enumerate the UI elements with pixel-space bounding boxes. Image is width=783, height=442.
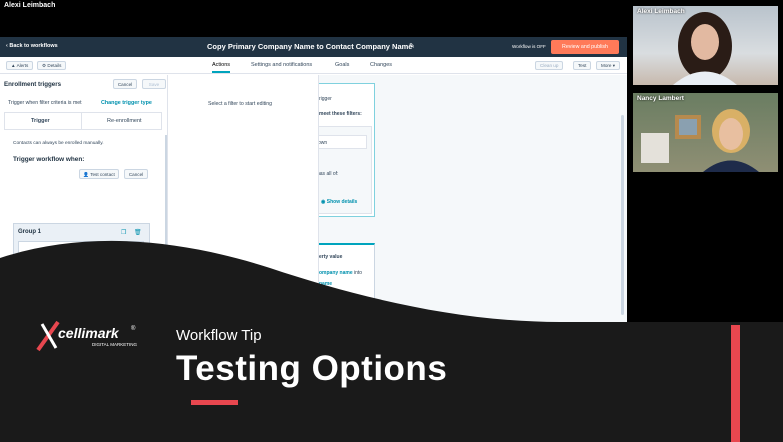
test-contact-button[interactable]: 👤 Test contact (79, 169, 119, 179)
more-button[interactable]: More ▾ (596, 61, 621, 70)
node-text: ompany name (319, 270, 353, 276)
node-text: has all of: (317, 171, 339, 177)
enrollment-panel: Enrollment triggers Cancel Save Trigger … (0, 75, 168, 325)
cleanup-label: Clean up (540, 63, 559, 68)
bell-icon: ▲ (11, 63, 16, 68)
workflow-status: Workflow is OFF (512, 44, 546, 49)
pencil-icon[interactable]: ✎ (409, 42, 415, 50)
person-silhouette (673, 12, 737, 85)
person-silhouette (641, 109, 759, 172)
criteria-text: Trigger when filter criteria is met (8, 100, 82, 106)
tab-reenrollment[interactable]: Re-enrollment (107, 118, 142, 124)
divider (81, 113, 82, 130)
svg-text:®: ® (131, 325, 136, 332)
cancel-button[interactable]: Cancel (113, 79, 137, 89)
trash-icon[interactable]: 🗑 (133, 243, 139, 249)
and-label: AND (22, 273, 33, 279)
manual-text: Contacts can always be enrolled manually… (13, 141, 104, 146)
back-label: Back to workflows (9, 43, 58, 49)
workflow-title[interactable]: Copy Primary Company Name to Contact Com… (207, 42, 412, 51)
node-text: own (318, 140, 328, 146)
cleanup-button[interactable]: Clean up (535, 61, 564, 70)
tab-trigger[interactable]: Trigger (31, 118, 50, 124)
node-filter-box: own has all of: ◉ Show details (312, 126, 372, 214)
filter-group: Group 1 ❐ 🗑 🗑 Company name is unknown 🗑 … (13, 223, 150, 303)
filter-panel: Select a filter to start editing (169, 75, 319, 325)
review-publish-button[interactable]: Review and publish (551, 40, 619, 54)
chevron-down-icon: ▾ (612, 63, 616, 68)
trigger-toggle: Trigger Re-enrollment (4, 112, 162, 130)
show-details-label: Show details (326, 199, 358, 205)
change-trigger-link[interactable]: Change trigger type (101, 100, 152, 106)
presenter-name: Alexi Leimbach (4, 2, 56, 9)
panel-title: Enrollment triggers (4, 81, 62, 88)
trash-icon[interactable]: 🗑 (133, 270, 139, 276)
alerts-label: Alerts (16, 63, 29, 68)
group-label: Group 1 (18, 229, 42, 235)
webcam-name: Nancy Lambert (637, 95, 684, 102)
accent-bar (731, 325, 740, 442)
banner-headline: Testing Options (176, 349, 448, 388)
tab-actions[interactable]: Actions (212, 62, 231, 73)
shared-screen: ‹ Back to workflows Copy Primary Company… (0, 37, 627, 325)
gear-icon: ⚙ (42, 63, 47, 68)
filter-card[interactable]: 🗑 AND (18, 268, 144, 288)
filter-property: Company name (22, 253, 60, 259)
details-label: Details (47, 63, 62, 68)
webcam-alexi: Alexi Leimbach (633, 6, 778, 85)
filter-operator: is unknown (60, 253, 86, 259)
node-text: name (319, 281, 333, 287)
xcellimark-logo: cellimark ® DIGITAL MARKETING (36, 320, 138, 352)
accent-underline (191, 400, 238, 405)
svg-text:DIGITAL MARKETING: DIGITAL MARKETING (92, 342, 138, 347)
trigger-when-label: Trigger workflow when: (13, 156, 85, 163)
tab-changes[interactable]: Changes (370, 62, 392, 68)
details-button[interactable]: ⚙ Details (37, 61, 67, 70)
filter-card[interactable]: 🗑 Company name is unknown (18, 241, 144, 264)
banner-tip: Workflow Tip (176, 327, 262, 344)
workflow-header: ‹ Back to workflows Copy Primary Company… (0, 37, 627, 57)
back-to-workflows-link[interactable]: ‹ Back to workflows (6, 43, 58, 49)
alerts-button[interactable]: ▲ Alerts (6, 61, 34, 70)
more-label: More (601, 63, 612, 68)
trash-icon[interactable]: 🗑 (134, 229, 142, 236)
tab-goals[interactable]: Goals (335, 62, 349, 68)
copy-icon[interactable]: ❐ (121, 229, 126, 236)
test-contact-label: Test contact (90, 172, 115, 177)
webcam-nancy: Nancy Lambert (633, 93, 778, 172)
person-icon: 👤 (83, 172, 89, 177)
node-text: meet these filters: (319, 111, 362, 117)
webcam-name: Alexi Leimbach (637, 8, 685, 15)
node-text: erty value (319, 254, 343, 260)
canvas-scrollbar[interactable] (621, 115, 624, 315)
workflow-subbar: ▲ Alerts ⚙ Details Actions Settings and … (0, 57, 627, 74)
node-text: rigger (319, 96, 332, 102)
svg-text:cellimark: cellimark (58, 325, 120, 341)
eye-icon: ◉ (321, 199, 326, 205)
cancel-test-button[interactable]: Cancel (124, 169, 148, 179)
panel-scrollbar[interactable] (165, 135, 167, 325)
filter-prompt: Select a filter to start editing (208, 101, 273, 107)
tab-settings[interactable]: Settings and notifications (251, 62, 312, 68)
node-filter-card: own (315, 135, 367, 149)
test-button[interactable]: Test (573, 61, 592, 70)
save-button[interactable]: Save (142, 79, 166, 89)
show-details-link[interactable]: ◉ Show details (321, 199, 357, 205)
node-text: into (354, 270, 363, 276)
